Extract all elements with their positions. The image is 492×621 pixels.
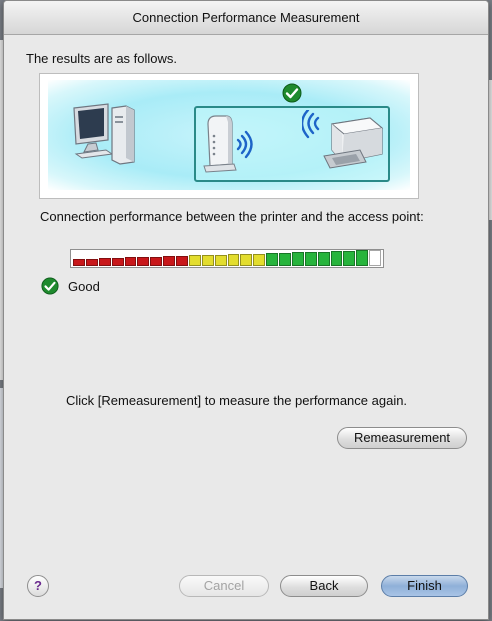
title-bar: Connection Performance Measurement bbox=[4, 1, 488, 35]
meter-segment bbox=[356, 250, 369, 266]
status-row: Good bbox=[41, 277, 100, 295]
meter-segment bbox=[137, 257, 150, 266]
intro-text: The results are as follows. bbox=[26, 51, 178, 66]
meter-segment bbox=[163, 256, 175, 266]
meter-segment bbox=[343, 251, 356, 266]
window-title: Connection Performance Measurement bbox=[132, 10, 360, 25]
meter-segment bbox=[150, 257, 163, 266]
connection-illustration bbox=[39, 73, 419, 199]
meter-segment bbox=[253, 254, 266, 266]
meter-segment bbox=[369, 250, 381, 266]
meter-segment bbox=[111, 258, 124, 266]
help-button[interactable]: ? bbox=[27, 575, 49, 597]
status-text: Good bbox=[68, 278, 100, 294]
meter-segment bbox=[85, 259, 98, 266]
meter-segment bbox=[227, 254, 240, 266]
meter-segment bbox=[201, 255, 214, 266]
good-check-icon bbox=[41, 277, 59, 295]
performance-label: Connection performance between the print… bbox=[40, 209, 424, 224]
finish-button[interactable]: Finish bbox=[381, 575, 468, 597]
meter-segment bbox=[240, 254, 253, 266]
meter-segment bbox=[317, 252, 330, 266]
meter-segment bbox=[176, 256, 188, 266]
check-icon bbox=[282, 83, 302, 103]
meter-segment bbox=[73, 259, 85, 266]
meter-segment bbox=[124, 257, 137, 266]
cancel-button[interactable]: Cancel bbox=[179, 575, 269, 597]
meter-segment bbox=[214, 255, 227, 266]
meter-segment bbox=[188, 255, 201, 266]
meter-segment bbox=[291, 252, 304, 266]
meter-segment bbox=[266, 253, 278, 266]
remeasurement-button[interactable]: Remeasurement bbox=[337, 427, 467, 449]
printer-icon bbox=[302, 110, 384, 169]
meter-segment bbox=[279, 253, 291, 266]
back-button[interactable]: Back bbox=[280, 575, 368, 597]
signal-strength-meter bbox=[70, 249, 384, 268]
access-point-icon bbox=[203, 115, 253, 173]
meter-segment bbox=[98, 258, 111, 266]
remeasure-hint: Click [Remeasurement] to measure the per… bbox=[66, 393, 408, 408]
meter-segment bbox=[304, 252, 317, 266]
computer-icon bbox=[73, 103, 135, 165]
measurement-dialog: Connection Performance Measurement The r… bbox=[3, 0, 489, 620]
meter-segment bbox=[330, 251, 343, 266]
